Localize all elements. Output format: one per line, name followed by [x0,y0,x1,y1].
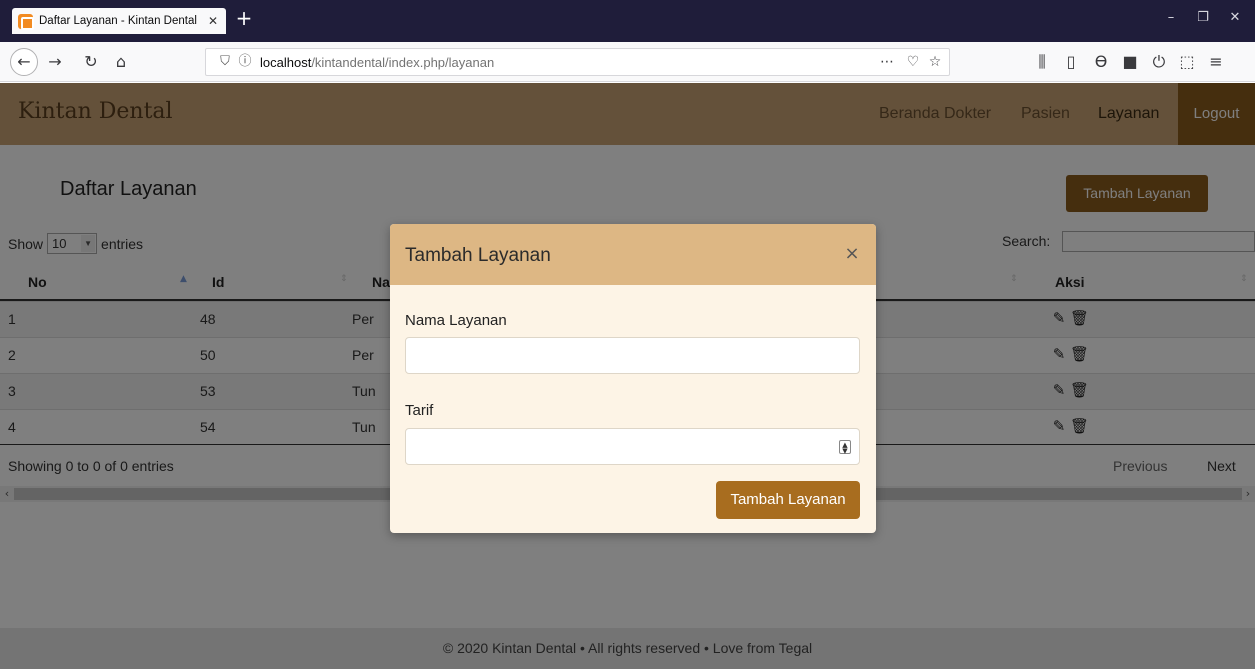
screenshot-icon[interactable]: ⬚ [1178,53,1196,71]
sidebar-icon[interactable]: ▯ [1062,53,1080,71]
modal-header: Tambah Layanan × [390,224,876,285]
browser-nav-bar: ← → ↻ ⌂ ⛉ ⓘ localhost/kintandental/index… [0,42,1255,82]
close-window-button[interactable]: ✕ [1225,10,1245,25]
service-name-input[interactable] [405,337,860,374]
browser-tab-bar: Daftar Layanan - Kintan Dental ✕ + – ❐ ✕ [0,0,1255,42]
name-field-label: Nama Layanan [405,312,507,329]
url-text[interactable]: localhost/kintandental/index.php/layanan [260,55,494,70]
submit-add-service-button[interactable]: Tambah Layanan [716,481,860,519]
more-actions-icon[interactable]: ⋯ [878,54,896,70]
modal-title: Tambah Layanan [405,245,551,266]
power-icon[interactable]: ⏻ [1150,53,1168,71]
tarif-field-label: Tarif [405,402,434,419]
forward-arrow-icon[interactable]: → [46,53,64,71]
number-spinner-icon[interactable]: ▲ ▼ [839,440,851,455]
shield-icon[interactable]: ⛉ [218,54,232,70]
add-service-modal: Tambah Layanan × Nama Layanan Tarif ▲ ▼ T… [390,224,876,533]
minimize-button[interactable]: – [1161,10,1181,25]
pocket-icon[interactable]: ♡ [904,54,922,70]
tab-close-button[interactable]: ✕ [206,14,220,28]
back-arrow-icon[interactable]: ← [10,48,38,76]
info-icon[interactable]: ⓘ [238,54,252,70]
bookmark-star-icon[interactable]: ☆ [926,54,944,70]
menu-hamburger-icon[interactable]: ≡ [1207,53,1225,71]
account-icon[interactable]: ϴ [1092,53,1110,71]
favicon-icon [18,13,34,30]
web-page: Kintan Dental Beranda Dokter Pasien Laya… [0,83,1255,669]
close-icon[interactable]: × [842,243,862,264]
tab-title: Daftar Layanan - Kintan Dental [39,15,197,27]
reload-icon[interactable]: ↻ [82,53,100,71]
home-icon[interactable]: ⌂ [112,53,130,71]
tarif-number-input[interactable]: ▲ ▼ [405,428,860,465]
browser-tab[interactable]: Daftar Layanan - Kintan Dental ✕ [12,8,226,34]
extension-icon[interactable]: ■ [1121,53,1139,71]
new-tab-button[interactable]: + [234,6,254,30]
restore-button[interactable]: ❐ [1193,10,1213,25]
library-icon[interactable]: ⫼ [1033,53,1051,71]
url-bar[interactable]: ⛉ ⓘ localhost/kintandental/index.php/lay… [205,48,950,76]
